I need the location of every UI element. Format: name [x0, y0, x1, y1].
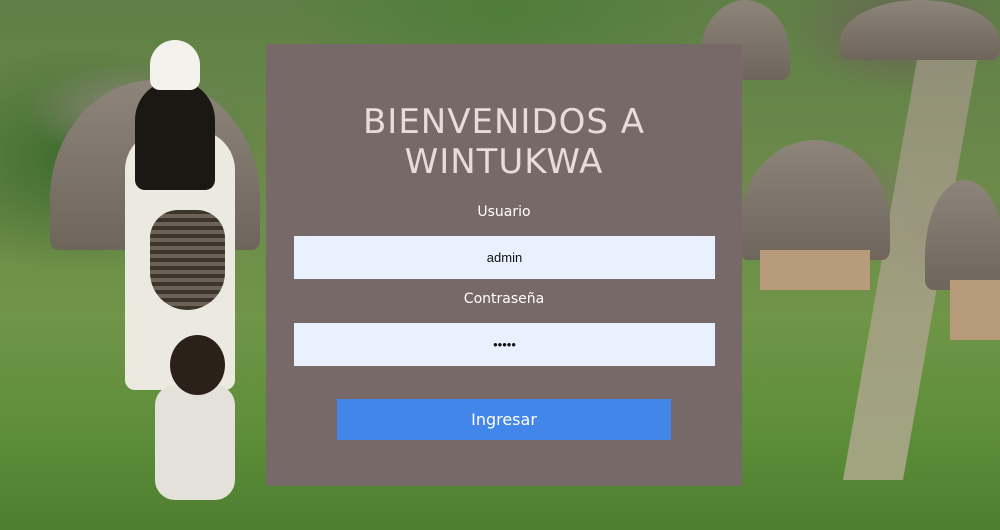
password-mask: •••••	[493, 337, 516, 352]
page-title: BIENVENIDOS A WINTUKWA	[266, 102, 742, 182]
login-button[interactable]: Ingresar	[337, 399, 671, 440]
title-line-1: BIENVENIDOS A	[362, 102, 646, 142]
hut	[840, 0, 1000, 60]
username-field[interactable]	[294, 236, 715, 279]
hut-wall	[760, 250, 870, 290]
child-figure	[145, 335, 245, 505]
title-line-2: WINTUKWA	[404, 142, 604, 182]
hut-wall	[950, 280, 1000, 340]
username-label: Usuario	[477, 204, 531, 220]
password-label: Contraseña	[463, 291, 545, 307]
hut	[740, 140, 890, 260]
login-panel: BIENVENIDOS A WINTUKWA Usuario Contraseñ…	[266, 44, 742, 486]
password-field[interactable]: •••••	[294, 323, 715, 366]
login-button-label: Ingresar	[471, 410, 537, 429]
